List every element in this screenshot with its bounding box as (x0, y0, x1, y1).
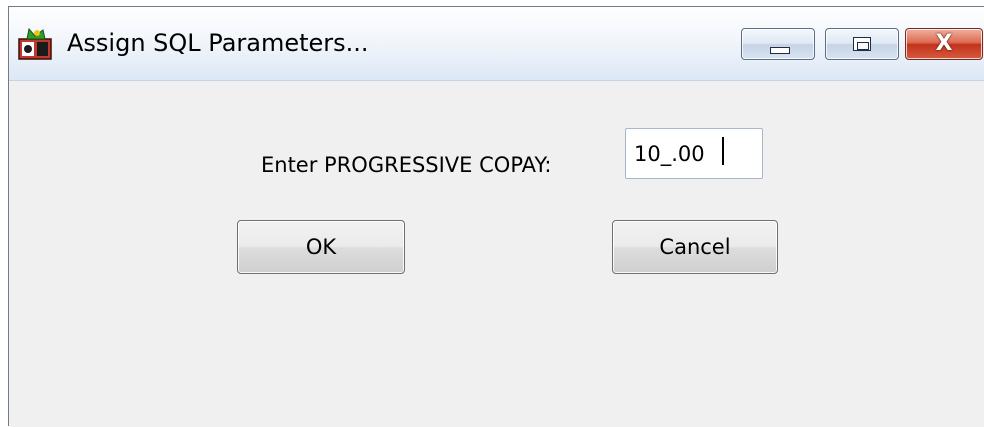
copay-prompt-label: Enter PROGRESSIVE COPAY: (261, 153, 552, 177)
minimize-icon (770, 47, 790, 54)
close-button[interactable]: X (905, 28, 983, 60)
cancel-button[interactable]: Cancel (612, 220, 778, 274)
window-title: Assign SQL Parameters... (67, 29, 369, 57)
dialog-window: Assign SQL Parameters... X Enter PROGRES… (8, 6, 984, 427)
close-icon: X (935, 31, 953, 56)
title-bar[interactable]: Assign SQL Parameters... X (9, 7, 984, 81)
copay-input[interactable] (625, 128, 763, 179)
maximize-button[interactable] (825, 28, 899, 60)
app-icon[interactable] (17, 27, 55, 61)
maximize-icon (853, 37, 871, 51)
text-caret (722, 137, 724, 165)
dialog-body: Enter PROGRESSIVE COPAY: OK Cancel (9, 81, 984, 427)
ok-button[interactable]: OK (237, 220, 405, 274)
minimize-button[interactable] (741, 28, 815, 60)
